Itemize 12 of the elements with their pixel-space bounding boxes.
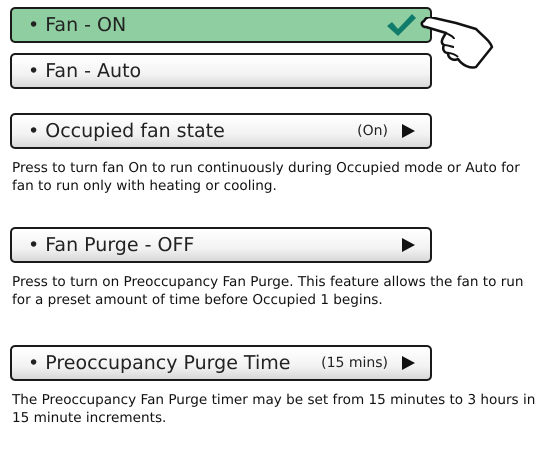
setting-button[interactable]: • Occupied fan state (On) <box>10 113 432 149</box>
option-button[interactable]: • Fan - Auto <box>10 53 432 89</box>
play-icon <box>400 355 416 371</box>
setting-button[interactable]: • Fan Purge - OFF <box>10 227 432 263</box>
description-text: Press to turn on Preoccupancy Fan Purge. This feature allows the fan to run for a preset amount of time before Occupied 1 begins. <box>12 273 525 309</box>
option-button[interactable]: • Fan - ON <box>10 7 432 43</box>
play-icon <box>400 123 416 139</box>
checkmark-icon <box>386 13 416 37</box>
description-text: The Preoccupancy Fan Purge timer may be set from 15 minutes to 3 hours in 15 minute increments. <box>12 391 536 427</box>
setting-button[interactable]: • Preoccupancy Purge Time (15 mins) <box>10 345 432 381</box>
play-icon <box>400 237 416 253</box>
description-text: Press to turn fan On to run continuously during Occupied mode or Auto for fan to run only with heating or cooling. <box>12 159 521 195</box>
